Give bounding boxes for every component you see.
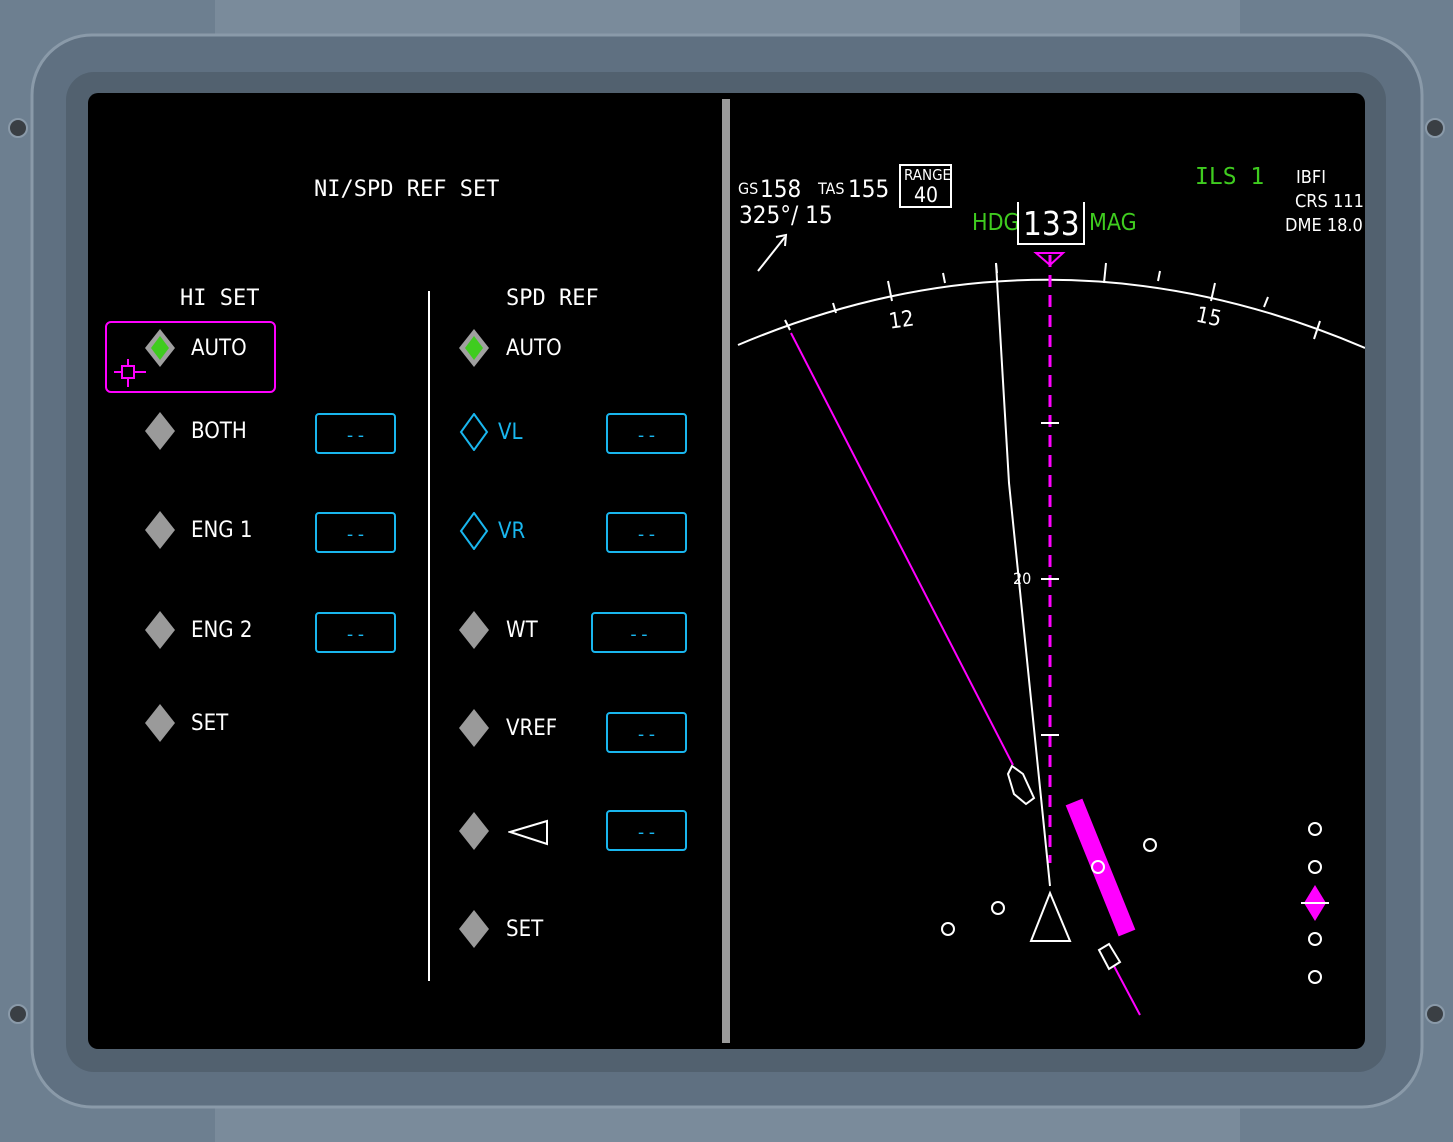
localizer-bar	[1065, 798, 1136, 937]
tas-value: 155	[848, 175, 890, 203]
range-value: 40	[914, 183, 939, 207]
range-label: RANGE	[904, 166, 952, 184]
hdg-label: HDG	[972, 210, 1020, 236]
wind-readout: 325°/ 15	[739, 201, 833, 229]
ils-ident: IBFI	[1296, 167, 1326, 188]
mag-label: MAG	[1089, 210, 1137, 236]
display-screen: NI/SPD REF SET HI SET SPD REF AUTO BOTH …	[88, 93, 1365, 1049]
heading-readout-box: 133	[1017, 202, 1085, 245]
ils-course: CRS 111	[1295, 191, 1364, 212]
bezel-screw-icon	[1425, 118, 1445, 138]
hdg-value: 133	[1023, 204, 1080, 243]
compass-label-12: 12	[887, 306, 916, 335]
flight-plan-line	[790, 332, 1014, 766]
gs-label: GS	[738, 179, 759, 198]
range-mark-label: 20	[1013, 569, 1032, 588]
tas-label: TAS	[818, 179, 845, 198]
bezel-screw-icon	[8, 1004, 28, 1024]
ils-dme: DME 18.0	[1285, 215, 1363, 236]
bezel-screw-icon	[1425, 1004, 1445, 1024]
nav-source: ILS 1	[1195, 164, 1265, 190]
bezel-screw-icon	[8, 118, 28, 138]
wind-arrow-icon	[757, 236, 786, 272]
runway-end-icon	[1097, 942, 1122, 971]
range-box[interactable]: RANGE 40	[899, 164, 952, 208]
gs-value: 158	[760, 175, 802, 203]
runway-end-icon	[1006, 764, 1036, 806]
aircraft-symbol-icon	[1029, 890, 1072, 942]
nav-display-graphics	[737, 233, 1365, 1016]
compass-label-15: 15	[1193, 302, 1224, 333]
compass-ticks	[784, 262, 1321, 340]
